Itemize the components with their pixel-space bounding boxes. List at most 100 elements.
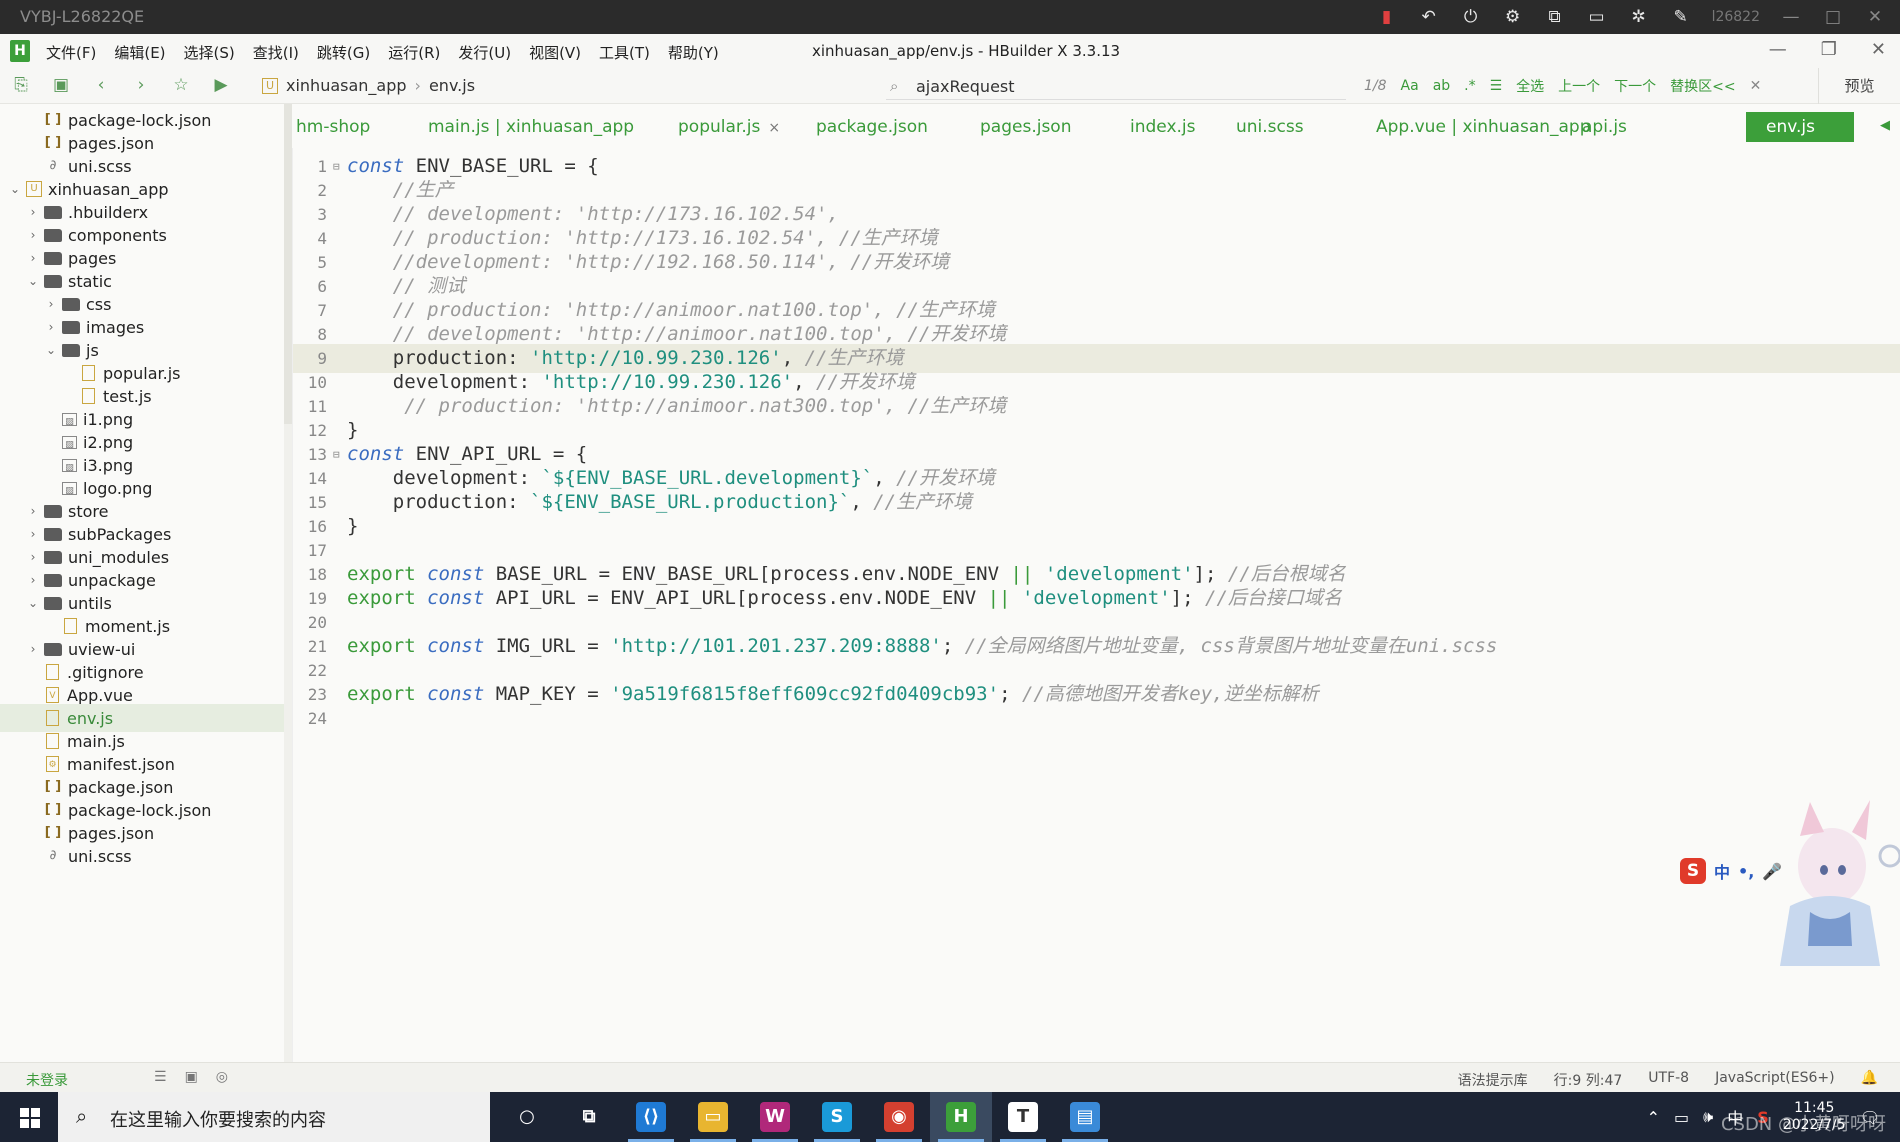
taskbar-app-hbuilderx[interactable]: H (930, 1092, 992, 1142)
back-icon[interactable]: ‹ (92, 75, 110, 95)
regex-toggle[interactable]: .* (1464, 78, 1475, 94)
match-case-toggle[interactable]: Aa (1401, 78, 1419, 94)
new-file-icon[interactable]: ⎘ (12, 75, 30, 95)
breadcrumb-project[interactable]: xinhuasan_app (286, 76, 407, 95)
taskbar-app-task-view[interactable]: ⧉ (558, 1092, 620, 1142)
chevron-down-icon[interactable]: ⌄ (8, 182, 22, 196)
chevron-right-icon[interactable]: › (26, 527, 40, 541)
taskbar-app-remote[interactable]: ▤ (1054, 1092, 1116, 1142)
chevron-down-icon[interactable]: ⌄ (26, 596, 40, 610)
breadcrumb-file[interactable]: env.js (429, 76, 475, 95)
editor-tab[interactable]: main.js | xinhuasan_app (428, 112, 634, 142)
menu-item[interactable]: 发行(U) (458, 42, 511, 63)
taskbar-search[interactable]: ⌕ 在这里输入你要搜索的内容 (58, 1092, 490, 1142)
chevron-right-icon[interactable]: › (44, 297, 58, 311)
sogou-icon[interactable]: S (1680, 858, 1706, 884)
chevron-right-icon[interactable]: › (26, 573, 40, 587)
taskbar-app-skype[interactable]: S (806, 1092, 868, 1142)
taskbar-app-file-explorer[interactable]: ▭ (682, 1092, 744, 1142)
editor-tab[interactable]: package.json (816, 112, 928, 142)
editor-tab[interactable]: hm-shop (296, 112, 370, 142)
search-input[interactable] (886, 74, 1346, 100)
menu-item[interactable]: 帮助(Y) (668, 42, 719, 63)
menu-item[interactable]: 视图(V) (529, 42, 581, 63)
editor-tab[interactable]: index.js (1130, 112, 1196, 142)
taskbar-app-vscode[interactable]: ⟨⟩ (620, 1092, 682, 1142)
next-match-button[interactable]: 下一个 (1614, 76, 1656, 96)
menu-item[interactable]: 工具(T) (599, 42, 650, 63)
tree-item[interactable]: ∂ uni.scss (0, 842, 284, 870)
close-tab-icon[interactable]: × (768, 120, 780, 136)
chevron-right-icon[interactable]: › (26, 228, 40, 242)
chevron-down-icon[interactable]: ⌄ (44, 343, 58, 357)
scrollbar-thumb[interactable] (284, 104, 292, 424)
code-token: development: (347, 467, 542, 489)
network-icon[interactable]: ▭ (1674, 1108, 1689, 1127)
close-find-icon[interactable]: ✕ (1750, 78, 1762, 94)
bell-icon[interactable]: 🔔 (1861, 1070, 1878, 1090)
power-icon[interactable]: ⏻ (1460, 7, 1482, 27)
forward-icon[interactable]: › (132, 75, 150, 95)
prev-match-button[interactable]: 上一个 (1558, 76, 1600, 96)
sidebar-scrollbar[interactable] (284, 104, 292, 1062)
login-status[interactable]: 未登录 (26, 1070, 68, 1090)
menu-item[interactable]: 跳转(G) (317, 42, 370, 63)
file-language[interactable]: JavaScript(ES6+) (1715, 1070, 1834, 1090)
chevron-right-icon[interactable]: › (26, 642, 40, 656)
menu-item[interactable]: 选择(S) (184, 42, 235, 63)
restore-icon[interactable]: ❐ (1821, 39, 1837, 60)
volume-icon[interactable]: 🕪 (1703, 1107, 1713, 1127)
code-editor[interactable]: 1 ⊟ const ENV_BASE_URL = {2 //生产 3 // devel… (292, 148, 1900, 1062)
chevron-right-icon[interactable]: › (26, 205, 40, 219)
cursor-position[interactable]: 行:9 列:47 (1554, 1070, 1623, 1090)
console-icon[interactable]: ▣ (185, 1069, 198, 1085)
menu-item[interactable]: 查找(I) (253, 42, 299, 63)
preview-button[interactable]: 预览 (1818, 68, 1900, 104)
start-button[interactable] (0, 1092, 58, 1142)
run-icon[interactable]: ▶ (212, 75, 230, 95)
ime-language[interactable]: 中 (1714, 859, 1730, 883)
close-icon[interactable]: ✕ (1871, 39, 1886, 60)
editor-tab[interactable]: App.vue | xinhuasan_app (1376, 112, 1591, 142)
select-all-button[interactable]: 全选 (1516, 76, 1544, 96)
undo-icon[interactable]: ↶ (1418, 7, 1440, 27)
syntax-library[interactable]: 语法提示库 (1458, 1070, 1528, 1090)
editor-tab[interactable]: popular.js × (678, 112, 780, 142)
chevron-down-icon[interactable]: ⌄ (26, 274, 40, 288)
tools-icon[interactable]: ✎ (1670, 7, 1692, 27)
chevron-up-icon[interactable]: ⌃ (1647, 1108, 1660, 1127)
chevron-right-icon[interactable]: › (26, 550, 40, 564)
tab-overflow-icon[interactable]: ◀ (1880, 118, 1890, 133)
replace-toggle-button[interactable]: 替换区<< (1670, 76, 1735, 96)
minimize-icon[interactable]: — (1769, 39, 1787, 60)
editor-tab[interactable]: uni.scss (1236, 112, 1304, 142)
list-icon[interactable]: ☰ (154, 1069, 167, 1085)
taskbar-app-chrome[interactable]: ◉ (868, 1092, 930, 1142)
gear-icon[interactable]: ✲ (1628, 7, 1650, 27)
window-icon[interactable]: ▭ (1586, 7, 1608, 27)
chevron-right-icon[interactable]: › (26, 251, 40, 265)
editor-tab[interactable]: api.js (1582, 112, 1627, 142)
chevron-right-icon[interactable]: › (26, 504, 40, 518)
editor-tab[interactable]: env.js (1746, 112, 1854, 142)
menu-item[interactable]: 编辑(E) (114, 42, 165, 63)
taskbar-app-webstorm[interactable]: W (744, 1092, 806, 1142)
maximize-icon[interactable]: □ (1822, 7, 1844, 27)
align-icon[interactable]: ☰ (1490, 78, 1503, 94)
taskbar-app-cortana[interactable]: ○ (496, 1092, 558, 1142)
whole-word-toggle[interactable]: ab (1433, 78, 1450, 94)
close-icon[interactable]: ✕ (1864, 7, 1886, 27)
chevron-right-icon[interactable]: › (44, 320, 58, 334)
editor-tab[interactable]: pages.json (980, 112, 1071, 142)
save-icon[interactable]: ▣ (52, 75, 70, 95)
plugin-icon[interactable]: ◎ (216, 1069, 228, 1085)
minimize-icon[interactable]: — (1780, 7, 1802, 27)
menu-item[interactable]: 运行(R) (388, 42, 440, 63)
settings-alt-icon[interactable]: ⚙ (1502, 7, 1524, 27)
share-icon[interactable]: ⧉ (1544, 7, 1566, 27)
code-line[interactable]: 24 (293, 704, 1900, 733)
menu-item[interactable]: 文件(F) (46, 42, 96, 63)
file-encoding[interactable]: UTF-8 (1648, 1070, 1689, 1090)
taskbar-app-typora[interactable]: T (992, 1092, 1054, 1142)
star-icon[interactable]: ☆ (172, 75, 190, 95)
